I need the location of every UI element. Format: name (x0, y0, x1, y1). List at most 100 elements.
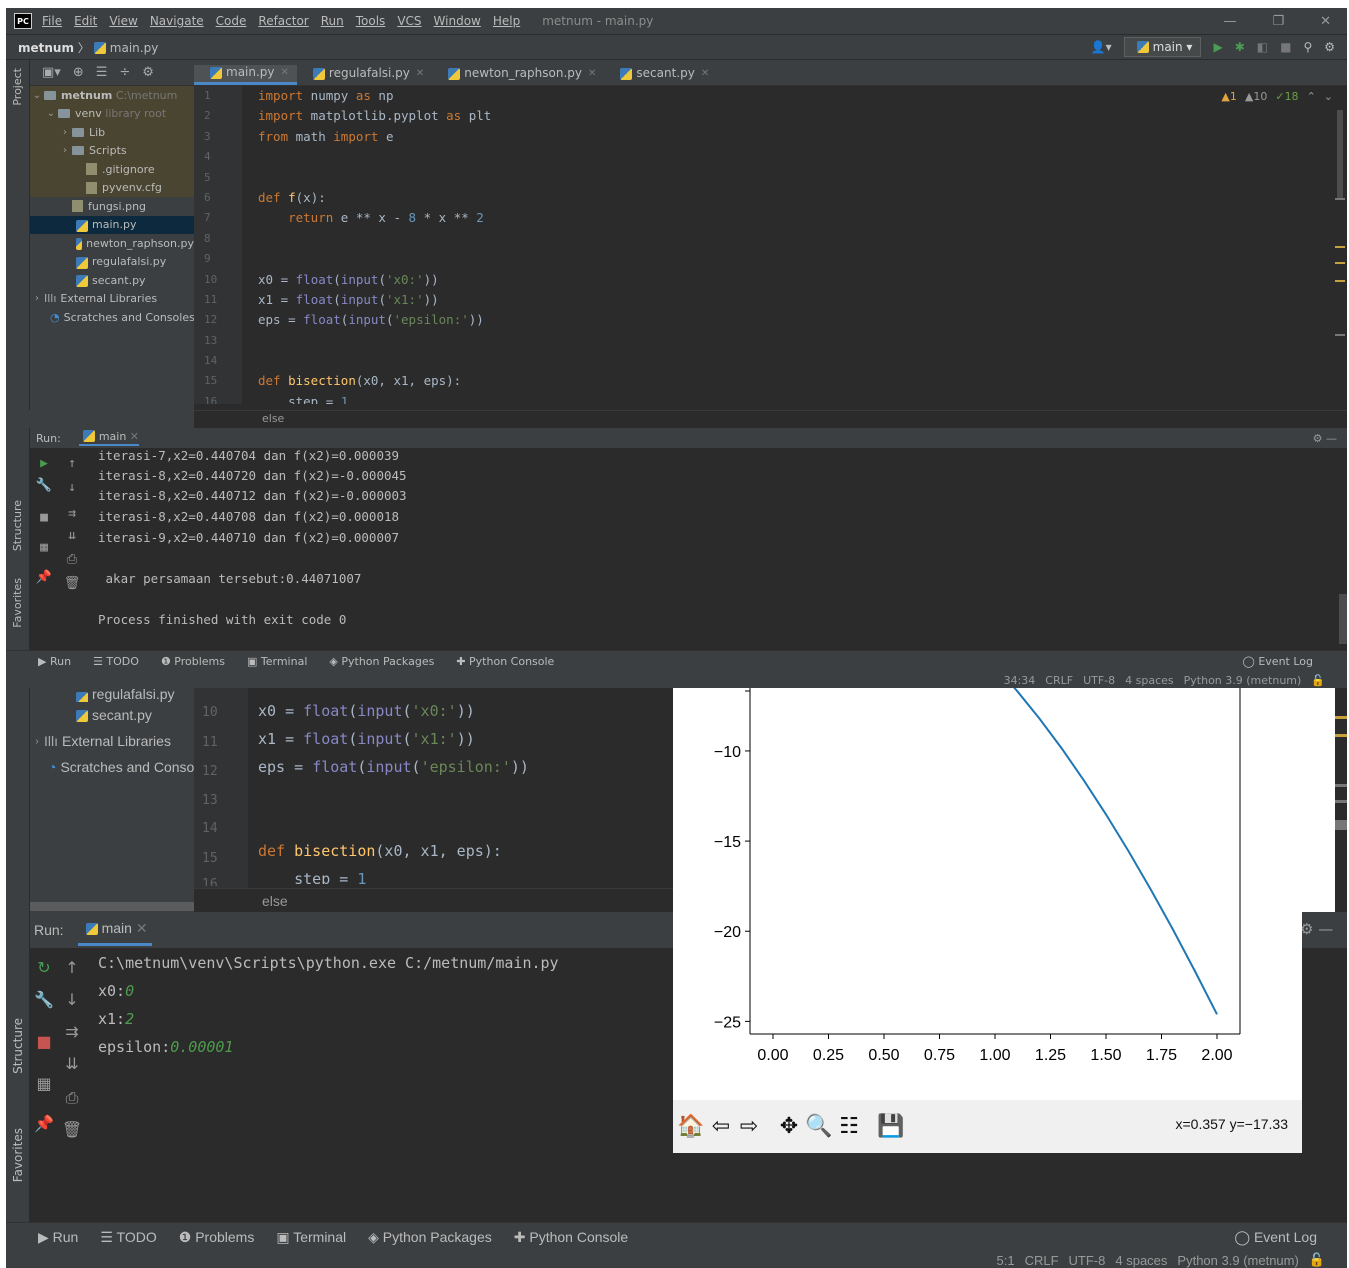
code-line[interactable]: from math import e (258, 127, 491, 147)
gear-icon[interactable]: ⚙ — (1313, 432, 1337, 445)
code-line[interactable]: step = 1 (258, 392, 491, 404)
tab-regulafalsi[interactable]: regulafalsi.py ✕ (297, 66, 432, 85)
console-scrollbar[interactable] (1339, 594, 1347, 644)
menu-help[interactable]: Help (493, 14, 520, 28)
save-icon[interactable]: 💾 (877, 1112, 905, 1142)
breadcrumb-else[interactable]: else (262, 412, 284, 425)
print-icon[interactable]: ⎙ (58, 552, 86, 567)
run-tab-main[interactable]: main ✕ (77, 914, 152, 946)
tree-item-venv[interactable]: ⌄ venv library root (30, 104, 194, 123)
subplots-config-icon[interactable]: ☷ (835, 1112, 863, 1142)
caret-position[interactable]: 5:1 (997, 1253, 1015, 1268)
home-icon[interactable]: 🏠 (677, 1112, 705, 1142)
code-line[interactable] (258, 249, 491, 269)
error-stripe[interactable] (1335, 110, 1345, 340)
tree-item-secant[interactable]: secant.py (30, 271, 194, 290)
code-line[interactable]: return e ** x - 8 * x ** 2 (258, 208, 491, 228)
code-line[interactable]: def bisection(x0, x1, eps): (258, 371, 491, 391)
breadcrumb-project[interactable]: metnum (18, 41, 74, 55)
up-arrow-icon[interactable]: ↑ (58, 456, 86, 471)
run-console[interactable]: ▶ 🔧 ■ ▦ 📌 ↑ ↓ ⇉ ⇊ ⎙ 🗑 iterasi-7,x2=0.440… (30, 448, 1347, 650)
python-packages-tool-button[interactable]: ◈ Python Packages (329, 655, 434, 668)
code-area[interactable]: import numpy as np import matplotlib.pyp… (258, 86, 491, 404)
close-tab-icon[interactable]: ✕ (701, 68, 709, 79)
run-tool-button[interactable]: ▶ Run (38, 1229, 78, 1246)
plot-canvas[interactable]: 0.00 0.25 0.50 0.75 1.00 1.25 1.50 1.75 2.00 −10 −… (673, 688, 1302, 1100)
rerun-icon[interactable]: ↻ (30, 958, 58, 977)
tab-main[interactable]: main.py ✕ (194, 65, 297, 85)
down-arrow-icon[interactable]: ↓ (58, 990, 86, 1009)
rerun-icon[interactable]: ▶ (30, 456, 58, 471)
favorites-tool-tab[interactable]: Favorites (11, 578, 24, 628)
run-icon[interactable]: ▶ (1213, 40, 1222, 54)
chevron-down-icon[interactable]: ⌄ (1324, 90, 1333, 103)
lock-icon[interactable]: 🔓 (1311, 674, 1325, 687)
tree-item-lib[interactable]: › Lib (30, 123, 194, 142)
tree-item-scripts[interactable]: › Scripts (30, 141, 194, 160)
menu-file[interactable]: File (42, 14, 62, 28)
minimize-icon[interactable]: — (1223, 14, 1236, 29)
code-line[interactable] (258, 331, 491, 351)
code-line[interactable]: def bisection(x0, x1, eps): (258, 842, 529, 870)
error-stripe-2[interactable] (1335, 688, 1347, 912)
code-line[interactable]: x0 = float(input('x0:')) (258, 270, 491, 290)
code-line[interactable] (258, 147, 491, 167)
close-tab-icon[interactable]: ✕ (588, 68, 596, 79)
wrench-icon[interactable]: 🔧 (30, 990, 58, 1009)
caret-position[interactable]: 34:34 (1004, 674, 1036, 687)
stop-icon[interactable]: ■ (1280, 40, 1291, 54)
breadcrumb-else[interactable]: else (262, 893, 288, 909)
indent-setting[interactable]: 4 spaces (1125, 674, 1174, 687)
collapse-all-icon[interactable]: ÷ (119, 65, 130, 80)
tree-item-fungsi[interactable]: fungsi.png (30, 197, 194, 216)
run-console-2[interactable]: ↻ 🔧 ■ ▦ 📌 ↑ ↓ ⇉ ⇊ ⎙ 🗑 C:\metnum\venv\Scr… (30, 948, 674, 1222)
python-packages-tool-button[interactable]: ◈ Python Packages (368, 1229, 492, 1246)
terminal-tool-button[interactable]: ▣ Terminal (247, 655, 307, 668)
stop-icon[interactable]: ■ (30, 510, 58, 525)
back-arrow-icon[interactable]: ⇦ (707, 1112, 735, 1142)
todo-tool-button[interactable]: ☰ TODO (93, 655, 139, 668)
menu-code[interactable]: Code (216, 14, 247, 28)
tab-newton-raphson[interactable]: newton_raphson.py ✕ (432, 66, 604, 85)
structure-tool-tab[interactable]: Structure (11, 500, 24, 551)
soft-wrap-icon[interactable]: ⇉ (58, 506, 86, 521)
run-tab-main[interactable]: main ✕ (78, 430, 140, 446)
user-icon[interactable]: 👤▾ (1091, 40, 1112, 54)
todo-tool-button[interactable]: ☰ TODO (100, 1229, 156, 1246)
line-separator[interactable]: CRLF (1045, 674, 1073, 687)
project-scrollbar[interactable] (30, 902, 194, 911)
close-tab-icon[interactable]: ✕ (416, 68, 424, 79)
tree-item-pyvenv[interactable]: pyvenv.cfg (30, 178, 194, 197)
lock-icon[interactable]: 🔓 (1309, 1252, 1325, 1268)
inspection-widget[interactable]: ▲1 ▲10 ✓18 ⌃ ⌄ (1221, 90, 1333, 103)
print-icon[interactable]: ⎙ (58, 1088, 86, 1108)
code-line[interactable]: eps = float(input('epsilon:')) (258, 310, 491, 330)
menu-tools[interactable]: Tools (356, 14, 386, 28)
menu-window[interactable]: Window (434, 14, 481, 28)
menu-run[interactable]: Run (321, 14, 344, 28)
code-line[interactable]: import matplotlib.pyplot as plt (258, 106, 491, 126)
forward-arrow-icon[interactable]: ⇨ (735, 1112, 763, 1142)
python-console-tool-button[interactable]: ✚ Python Console (514, 1229, 628, 1246)
problems-tool-button[interactable]: ❶ Problems (179, 1229, 255, 1246)
project-tool-tab[interactable]: Project (11, 68, 24, 106)
tree-item-external-libraries[interactable]: › Illı External Libraries (30, 290, 194, 309)
settings-icon[interactable]: ⚙ (142, 65, 154, 80)
project-view-icon[interactable]: ▣▾ (42, 65, 61, 80)
scroll-end-icon[interactable]: ⇊ (58, 1054, 86, 1073)
gear-icon[interactable]: ⚙ (1324, 40, 1335, 54)
debug-icon[interactable]: ✱ (1235, 40, 1245, 54)
code-line[interactable]: x0 = float(input('x0:')) (258, 702, 529, 730)
search-icon[interactable]: ⚲ (1303, 40, 1312, 54)
menu-refactor[interactable]: Refactor (258, 14, 308, 28)
code-line[interactable]: import numpy as np (258, 86, 491, 106)
event-log-button[interactable]: ◯ Event Log (1234, 1229, 1317, 1246)
breadcrumb-file[interactable]: main.py (110, 41, 159, 55)
tree-item-gitignore[interactable]: .gitignore (30, 160, 194, 179)
tree-item-scratches[interactable]: ◔Scratches and Consoles (30, 308, 194, 327)
menu-edit[interactable]: Edit (74, 14, 97, 28)
pin-icon[interactable]: 📌 (30, 1114, 58, 1133)
problems-tool-button[interactable]: ❶ Problems (161, 655, 225, 668)
gear-icon[interactable]: ⚙ — (1300, 920, 1333, 938)
menu-view[interactable]: View (109, 14, 137, 28)
